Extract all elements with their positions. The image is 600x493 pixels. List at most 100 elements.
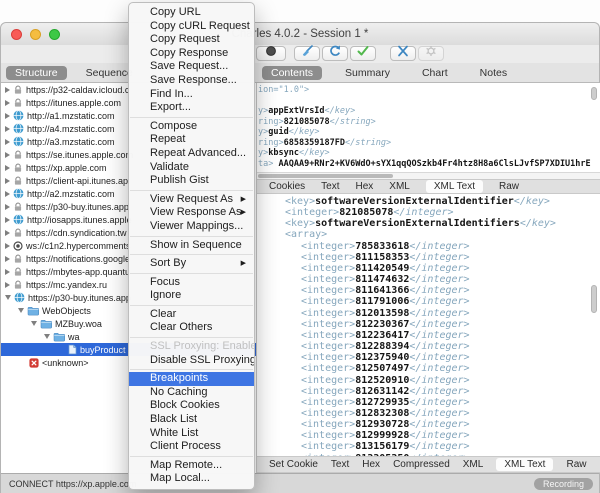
disclosure-right-icon[interactable] xyxy=(5,113,10,119)
websocket-icon xyxy=(13,241,23,251)
menu-item-copy-request[interactable]: Copy Request xyxy=(129,33,254,47)
response-tab-set-cookie[interactable]: Set Cookie xyxy=(269,459,318,470)
tab-notes[interactable]: Notes xyxy=(471,66,516,80)
request-tab-text[interactable]: Text xyxy=(321,181,339,192)
request-hscroll-thumb[interactable] xyxy=(258,174,393,178)
toolbar-repeat-button[interactable] xyxy=(322,46,348,61)
menu-item-black-list[interactable]: Black List xyxy=(129,413,254,427)
record-icon xyxy=(264,44,278,62)
menu-item-map-remote[interactable]: Map Remote... xyxy=(129,459,254,473)
menu-item-map-local[interactable]: Map Local... xyxy=(129,472,254,486)
menu-item-sort-by[interactable]: Sort By▶ xyxy=(129,257,254,271)
menu-separator xyxy=(130,117,253,118)
tree-row-label: <unknown> xyxy=(42,358,89,368)
disclosure-right-icon[interactable] xyxy=(5,230,10,236)
menu-item-no-caching[interactable]: No Caching xyxy=(129,386,254,400)
menu-item-disable-ssl-proxying[interactable]: Disable SSL Proxying xyxy=(129,354,254,368)
xml-value: 811791006 xyxy=(355,296,409,307)
menu-item-focus[interactable]: Focus xyxy=(129,276,254,290)
menu-item-viewer-mappings[interactable]: Viewer Mappings... xyxy=(129,220,254,234)
menu-item-clear[interactable]: Clear xyxy=(129,308,254,322)
tree-row-label: http://iosapps.itunes.apple xyxy=(27,215,132,225)
disclosure-right-icon[interactable] xyxy=(5,191,10,197)
disclosure-right-icon[interactable] xyxy=(5,256,10,262)
tree-row-label: WebObjects xyxy=(42,306,91,316)
toolbar-clear-session-button[interactable] xyxy=(294,46,320,61)
menu-item-find-in[interactable]: Find In... xyxy=(129,88,254,102)
toolbar-settings-button[interactable] xyxy=(418,46,444,61)
disclosure-right-icon[interactable] xyxy=(5,282,10,288)
toolbar-tools-button[interactable] xyxy=(390,46,416,61)
toolbar-record-button[interactable] xyxy=(256,46,286,61)
tab-summary[interactable]: Summary xyxy=(336,66,399,80)
menu-item-repeat-advanced[interactable]: Repeat Advanced... xyxy=(129,147,254,161)
menu-item-save-request[interactable]: Save Request... xyxy=(129,60,254,74)
menu-item-copy-url[interactable]: Copy URL xyxy=(129,6,254,20)
menu-item-view-request-as[interactable]: View Request As▶ xyxy=(129,193,254,207)
request-tab-cookies[interactable]: Cookies xyxy=(269,181,305,192)
disclosure-right-icon[interactable] xyxy=(5,269,10,275)
disclosure-right-icon[interactable] xyxy=(5,126,10,132)
request-tab-xml[interactable]: XML xyxy=(389,181,410,192)
request-vscroll-thumb[interactable] xyxy=(591,87,597,100)
disclosure-right-icon[interactable] xyxy=(5,100,10,106)
menu-item-repeat[interactable]: Repeat xyxy=(129,133,254,147)
response-tab-xml[interactable]: XML xyxy=(463,459,484,470)
menu-item-view-response-as[interactable]: View Response As▶ xyxy=(129,206,254,220)
xml-tag: <integer> xyxy=(285,207,339,218)
xml-tag: </integer> xyxy=(409,285,469,296)
disclosure-down-icon[interactable] xyxy=(44,334,50,339)
menu-item-save-response[interactable]: Save Response... xyxy=(129,74,254,88)
disclosure-right-icon[interactable] xyxy=(5,243,10,249)
xml-tag: <integer> xyxy=(301,341,355,352)
response-tab-raw[interactable]: Raw xyxy=(566,459,586,470)
xml-value: guid xyxy=(268,127,288,137)
menu-item-publish-gist[interactable]: Publish Gist xyxy=(129,174,254,188)
response-vscroll-thumb[interactable] xyxy=(591,285,597,313)
disclosure-right-icon[interactable] xyxy=(5,165,10,171)
disclosure-right-icon[interactable] xyxy=(5,152,10,158)
tab-structure[interactable]: Structure xyxy=(6,66,67,80)
request-tab-hex[interactable]: Hex xyxy=(355,181,373,192)
tab-contents[interactable]: Contents xyxy=(262,66,322,80)
menu-item-validate[interactable]: Validate xyxy=(129,161,254,175)
toolbar-validate-button[interactable] xyxy=(350,46,376,61)
disclosure-right-icon[interactable] xyxy=(5,178,10,184)
request-tab-xml-text[interactable]: XML Text xyxy=(426,180,483,193)
xml-tag: </integer> xyxy=(409,296,469,307)
response-tab-xml-text[interactable]: XML Text xyxy=(496,458,553,471)
tree-row-label: http://a2.mzstatic.com xyxy=(27,189,115,199)
tree-row-label: ws://c1n2.hypercomments xyxy=(26,241,131,251)
menu-item-export[interactable]: Export... xyxy=(129,101,254,115)
menu-item-copy-response[interactable]: Copy Response xyxy=(129,47,254,61)
response-tab-hex[interactable]: Hex xyxy=(362,459,380,470)
menu-item-client-process[interactable]: Client Process xyxy=(129,440,254,454)
request-tab-raw[interactable]: Raw xyxy=(499,181,519,192)
menu-item-copy-curl-request[interactable]: Copy cURL Request xyxy=(129,20,254,34)
xml-line: <integer>811791006</integer> xyxy=(257,296,600,307)
response-tab-compressed[interactable]: Compressed xyxy=(393,459,450,470)
response-tab-text[interactable]: Text xyxy=(331,459,349,470)
menu-item-ignore[interactable]: Ignore xyxy=(129,289,254,303)
xml-line: <integer>811420549</integer> xyxy=(257,263,600,274)
disclosure-right-icon[interactable] xyxy=(5,217,10,223)
disclosure-right-icon[interactable] xyxy=(5,87,10,93)
tree-row-label: wa xyxy=(68,332,80,342)
tab-chart[interactable]: Chart xyxy=(413,66,457,80)
menu-item-breakpoints[interactable]: Breakpoints xyxy=(129,372,254,386)
menu-item-show-in-sequence[interactable]: Show in Sequence xyxy=(129,239,254,253)
menu-item-clear-others[interactable]: Clear Others xyxy=(129,321,254,335)
menu-item-block-cookies[interactable]: Block Cookies xyxy=(129,399,254,413)
disclosure-down-icon[interactable] xyxy=(5,295,11,300)
submenu-arrow-icon: ▶ xyxy=(241,206,246,220)
disclosure-right-icon[interactable] xyxy=(5,139,10,145)
xml-value: 811641366 xyxy=(355,285,409,296)
xml-tag: </string> xyxy=(345,138,391,148)
xml-line: <integer>821085078</integer> xyxy=(257,207,600,218)
recording-badge[interactable]: Recording xyxy=(534,478,593,490)
disclosure-down-icon[interactable] xyxy=(31,321,37,326)
disclosure-down-icon[interactable] xyxy=(18,308,24,313)
menu-item-compose[interactable]: Compose xyxy=(129,120,254,134)
disclosure-right-icon[interactable] xyxy=(5,204,10,210)
menu-item-white-list[interactable]: White List xyxy=(129,427,254,441)
